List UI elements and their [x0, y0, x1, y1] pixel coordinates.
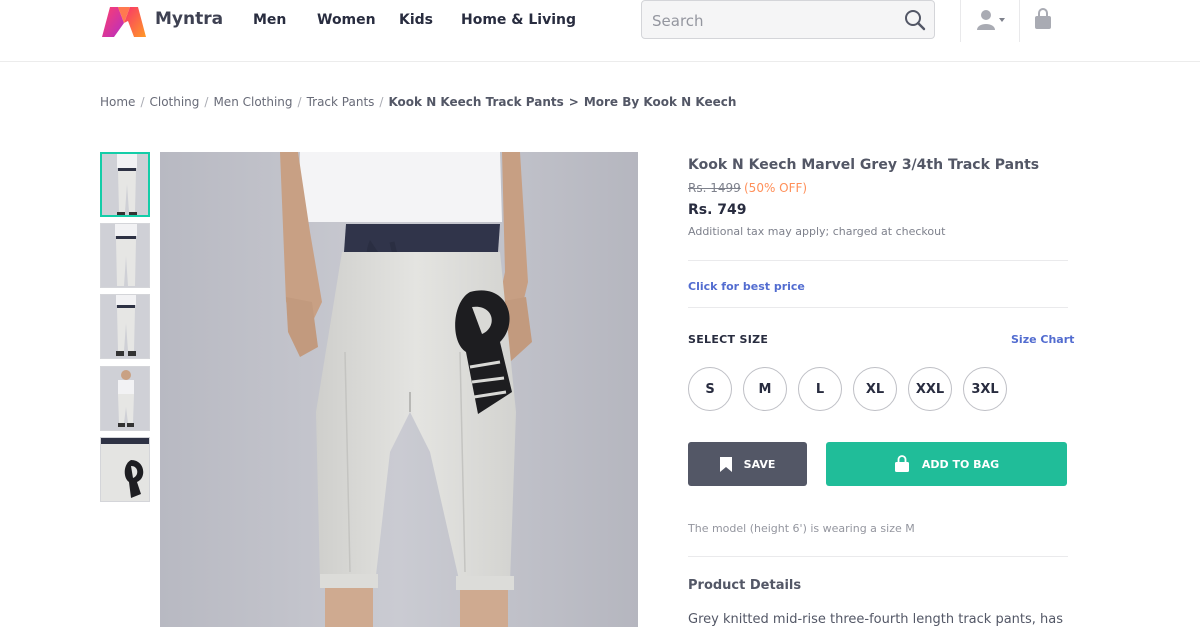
size-button-m[interactable]: M: [743, 367, 787, 411]
product-thumbnail[interactable]: [100, 366, 150, 431]
product-thumbnail[interactable]: [100, 152, 150, 217]
divider: [688, 307, 1068, 308]
product-thumbnail[interactable]: [100, 294, 150, 359]
model-size-note: The model (height 6') is wearing a size …: [688, 522, 915, 535]
site-header: Myntra Men Women Kids Home & Living Sear…: [0, 0, 1200, 62]
product-details-heading: Product Details: [688, 578, 802, 593]
add-to-bag-button[interactable]: ADD TO BAG: [826, 442, 1067, 486]
add-to-bag-label: ADD TO BAG: [921, 457, 1000, 471]
nav-home-living[interactable]: Home & Living: [461, 12, 576, 28]
breadcrumb-current[interactable]: Kook N Keech Track Pants: [388, 95, 563, 109]
tax-note: Additional tax may apply; charged at che…: [688, 225, 946, 238]
breadcrumb: Home / Clothing / Men Clothing / Track Pants / K…: [100, 95, 737, 109]
size-chart-link[interactable]: Size Chart: [1011, 333, 1074, 346]
save-button-label: SAVE: [743, 457, 776, 471]
size-button-3xl[interactable]: 3XL: [963, 367, 1007, 411]
header-divider: [960, 0, 961, 42]
product-details-text: Grey knitted mid-rise three-fourth lengt…: [688, 612, 1064, 627]
product-thumbnail[interactable]: [100, 437, 150, 502]
breadcrumb-more-by-brand[interactable]: More By Kook N Keech: [584, 95, 737, 109]
size-button-s[interactable]: S: [688, 367, 732, 411]
product-mrp: Rs. 1499: [688, 181, 741, 195]
search-placeholder: Search: [652, 12, 704, 30]
myntra-logo[interactable]: [100, 3, 148, 39]
nav-men[interactable]: Men: [253, 12, 286, 28]
breadcrumb-track-pants[interactable]: Track Pants: [307, 95, 375, 109]
best-price-link[interactable]: Click for best price: [688, 280, 805, 293]
brand-name[interactable]: Myntra: [155, 9, 223, 29]
header-divider: [1019, 0, 1020, 42]
breadcrumb-home[interactable]: Home: [100, 95, 135, 109]
search-icon[interactable]: [904, 9, 926, 31]
divider: [688, 260, 1068, 261]
product-title: Kook N Keech Marvel Grey 3/4th Track Pan…: [688, 157, 1040, 173]
size-button-xl[interactable]: XL: [853, 367, 897, 411]
select-size-label: SELECT SIZE: [688, 333, 769, 346]
search-input[interactable]: Search: [641, 0, 935, 39]
product-main-image[interactable]: [160, 152, 638, 627]
nav-kids[interactable]: Kids: [399, 12, 433, 28]
bag-icon[interactable]: [1033, 8, 1053, 30]
save-button[interactable]: SAVE: [688, 442, 807, 486]
product-discount: (50% OFF): [744, 181, 808, 195]
size-button-xxl[interactable]: XXL: [908, 367, 952, 411]
product-price: Rs. 749: [688, 202, 747, 218]
breadcrumb-clothing[interactable]: Clothing: [149, 95, 199, 109]
shopping-bag-icon: [894, 455, 909, 472]
user-icon[interactable]: [975, 8, 1007, 32]
nav-women[interactable]: Women: [317, 12, 376, 28]
breadcrumb-men-clothing[interactable]: Men Clothing: [213, 95, 292, 109]
breadcrumb-arrow: >: [568, 95, 579, 109]
bookmark-icon: [719, 456, 732, 472]
divider: [688, 556, 1068, 557]
product-thumbnail[interactable]: [100, 223, 150, 288]
size-button-l[interactable]: L: [798, 367, 842, 411]
